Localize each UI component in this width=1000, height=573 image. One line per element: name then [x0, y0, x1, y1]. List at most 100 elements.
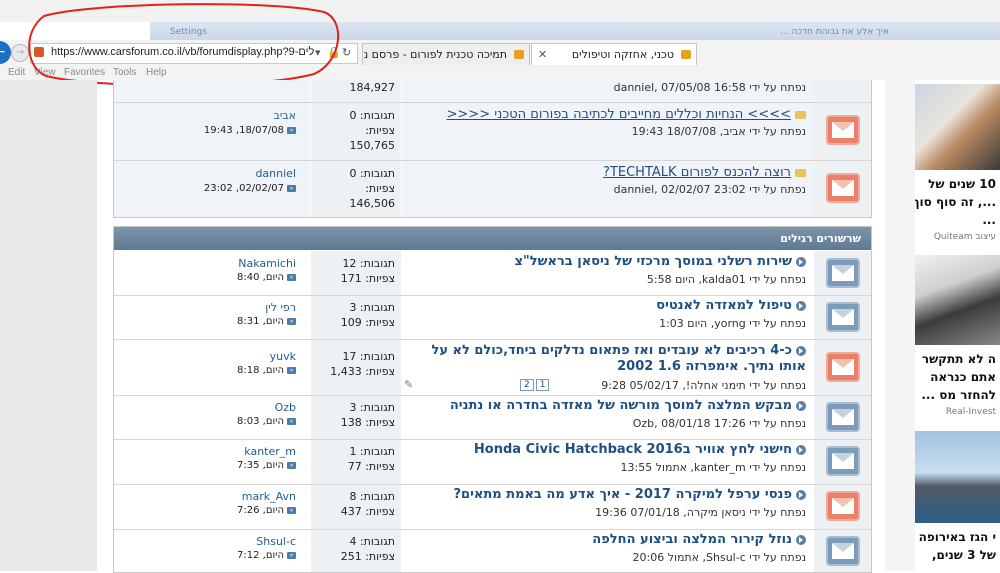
url-text[interactable]: https://www.carsforum.co.il/vb/forumdisp…: [51, 46, 314, 58]
last-post-user[interactable]: רפי לין: [265, 301, 296, 314]
table-row[interactable]: Shsul-c »היום, 7:12 תגובות: 4 צפיות: 251…: [114, 530, 871, 572]
table-row[interactable]: רפי לין »היום, 8:31 תגובות: 3 צפיות: 109…: [114, 296, 871, 340]
views-count: צפיות: 109: [340, 316, 395, 329]
goto-last-post-icon[interactable]: »: [287, 417, 296, 425]
ad-headline-line[interactable]: 10 שנים של: [928, 175, 996, 193]
menu-view[interactable]: View: [34, 66, 56, 80]
table-row[interactable]: kanter_m »היום, 7:35 תגובות: 1 צפיות: 77…: [114, 440, 871, 485]
table-row[interactable]: 184,927 נפתח על ידי danniel, 07/05/08 16…: [114, 80, 871, 103]
thread-title-link[interactable]: פנסי ערפל למיקרה 2017 - איך אדע מה באמת …: [453, 487, 806, 502]
last-post-user[interactable]: yuvk: [270, 350, 296, 363]
faded-tab-settings[interactable]: Settings: [170, 24, 207, 40]
goto-last-post-icon[interactable]: »: [287, 461, 296, 469]
tab-tech-support[interactable]: תמיכה טכנית לפורום - פרסם נו...: [362, 43, 530, 65]
ad-headline-line[interactable]: אתם כנראה: [930, 368, 996, 386]
table-row[interactable]: yuvk »היום, 8:18 תגובות: 17 צפיות: 1,433…: [114, 340, 871, 396]
page-link-1[interactable]: 1: [535, 379, 550, 391]
menu-favorites[interactable]: Favorites: [64, 66, 105, 80]
thread-meta: נפתח על ידי kalda01, היום 5:58: [646, 273, 806, 286]
thread-title-link[interactable]: שירות רשלני במוסך מרכזי של ניסאן בראשל"צ: [515, 254, 806, 269]
thread-title-link[interactable]: טיפול למאזדה לאנטיס: [656, 298, 806, 313]
goto-last-post-icon[interactable]: »: [287, 273, 296, 281]
last-post-user[interactable]: mark_Avn: [242, 490, 296, 503]
back-button[interactable]: ←: [0, 41, 11, 64]
replies-count: תגובות: 4: [349, 535, 395, 548]
thread-status-icon: [796, 345, 806, 356]
table-row[interactable]: Ozb »היום, 8:03 תגובות: 3 צפיות: 138 מבק…: [114, 396, 871, 440]
hot-thread-envelope-icon: [826, 491, 860, 521]
faded-tab-right[interactable]: איך אלע את גבוהת חדכה ...: [780, 24, 889, 40]
goto-last-post-icon[interactable]: »: [287, 126, 296, 134]
views-label: צפיות:: [365, 182, 395, 195]
last-post-date: היום, 8:18: [237, 365, 284, 376]
table-row[interactable]: danniel »02/02/07, 23:02 תגובות: 0 צפיות…: [114, 161, 871, 217]
thread-meta: נפתח על ידי ניסאן מיקרה, 07/01/18 19:36: [595, 506, 806, 519]
thread-envelope-icon: [826, 446, 860, 476]
views-count: 146,506: [349, 197, 396, 210]
thread-title-link[interactable]: כ-4 רכיבים לא עובדים ואז פתאום נדלקים בי…: [411, 343, 806, 375]
last-post-user[interactable]: אביב: [273, 109, 296, 122]
tab-label: טכני, אחזקה וטיפולים: [571, 48, 674, 61]
goto-last-post-icon[interactable]: »: [287, 366, 296, 374]
ad-headline-line[interactable]: י הגז באירופה: [919, 528, 996, 546]
ad-headline-line[interactable]: ..., זה סוף סוף: [915, 193, 996, 211]
search-dropdown-icon[interactable]: ▾: [315, 46, 321, 59]
page-right-gap: [885, 80, 915, 571]
views-count: 184,927: [349, 81, 396, 94]
goto-last-post-icon[interactable]: »: [287, 184, 296, 192]
views-count: 150,765: [349, 139, 396, 152]
sticky-thread-envelope-icon: [826, 115, 860, 145]
thread-status-icon: [796, 256, 806, 267]
thread-meta: נפתח על ידי danniel, 02/02/07 23:02: [613, 183, 806, 196]
forward-button[interactable]: →: [11, 44, 29, 62]
tab-label: תמיכה טכנית לפורום - פרסם נו...: [362, 48, 507, 61]
section-header: שרשורים רגילים: [114, 227, 871, 250]
menu-edit[interactable]: Edit: [8, 66, 25, 80]
page-link-2[interactable]: 2: [520, 379, 534, 391]
goto-last-post-icon[interactable]: »: [287, 506, 296, 514]
close-icon[interactable]: ✕: [538, 44, 547, 65]
ad-headline-line[interactable]: של 3 שנים,: [932, 546, 996, 564]
last-post-user[interactable]: Nakamichi: [238, 257, 296, 270]
last-post-user[interactable]: Shsul-c: [256, 535, 296, 548]
ad-column: 10 שנים של ..., זה סוף סוף ... Quiteam ע…: [915, 80, 1000, 571]
thread-status-icon: [796, 400, 806, 411]
ad-headline-line[interactable]: להחזר מס ...: [921, 386, 996, 404]
ad-source[interactable]: Quiteam עיצוב: [934, 232, 996, 242]
ad-image-gas-rig[interactable]: [915, 431, 1000, 523]
ad-source[interactable]: Real-Invest: [946, 407, 996, 417]
thread-title-link[interactable]: חישני לחץ אוויר בHonda Civic Hatchback 2…: [474, 442, 806, 457]
last-post-user[interactable]: kanter_m: [244, 445, 296, 458]
last-post-user[interactable]: danniel: [255, 167, 296, 180]
last-post-user[interactable]: Ozb: [275, 401, 296, 414]
goto-last-post-icon[interactable]: »: [287, 317, 296, 325]
address-bar[interactable]: https://www.carsforum.co.il/vb/forumdisp…: [30, 43, 358, 64]
table-row[interactable]: אביב »18/07/08, 19:43 תגובות: 0 צפיות: 1…: [114, 103, 871, 161]
regular-threads-table: שרשורים רגילים Nakamichi »היום, 8:40 תגו…: [113, 226, 872, 573]
table-row[interactable]: Nakamichi »היום, 8:40 תגובות: 12 צפיות: …: [114, 251, 871, 296]
thread-meta: נפתח על ידי Ozb, 08/01/18 17:26: [632, 417, 806, 430]
ad-image-calculator[interactable]: [915, 255, 1000, 345]
last-post-date: היום, 7:26: [237, 505, 284, 516]
thread-status-icon: [796, 534, 806, 545]
table-row[interactable]: mark_Avn »היום, 7:26 תגובות: 8 צפיות: 43…: [114, 485, 871, 530]
last-post-date: היום, 7:35: [237, 460, 284, 471]
views-count: צפיות: 1,433: [330, 365, 395, 378]
last-post-date: 02/02/07, 23:02: [203, 183, 284, 194]
refresh-icon[interactable]: ↻: [342, 46, 351, 59]
ad-headline-line[interactable]: ה לא תתקשר: [922, 350, 996, 368]
thread-title-link[interactable]: מבקש המלצה למוסך מורשה של מאזדה בחדרה או…: [450, 398, 806, 413]
menu-tools[interactable]: Tools: [113, 66, 136, 80]
thread-title-link[interactable]: >>>> הנחיות וכללים מחייבים לכתיבה בפורום…: [447, 107, 806, 122]
ad-headline-line[interactable]: ...: [982, 211, 996, 229]
menu-help[interactable]: Help: [146, 66, 167, 80]
thread-title-link[interactable]: נוזל קירור המלצה וביצוע החלפה: [592, 532, 806, 547]
goto-last-post-icon[interactable]: »: [287, 551, 296, 559]
sticky-folder-icon: [795, 168, 806, 177]
thread-envelope-icon: [826, 258, 860, 288]
tab-tech-maintenance[interactable]: טכני, אחזקה וטיפולים ✕: [531, 43, 697, 65]
ad-image-man[interactable]: [915, 84, 1000, 170]
thread-title-link[interactable]: רוצה להכנס לפורום TECHTALK?: [603, 165, 806, 180]
last-post-date: 18/07/08, 19:43: [203, 125, 284, 136]
thread-status-icon: [796, 489, 806, 500]
